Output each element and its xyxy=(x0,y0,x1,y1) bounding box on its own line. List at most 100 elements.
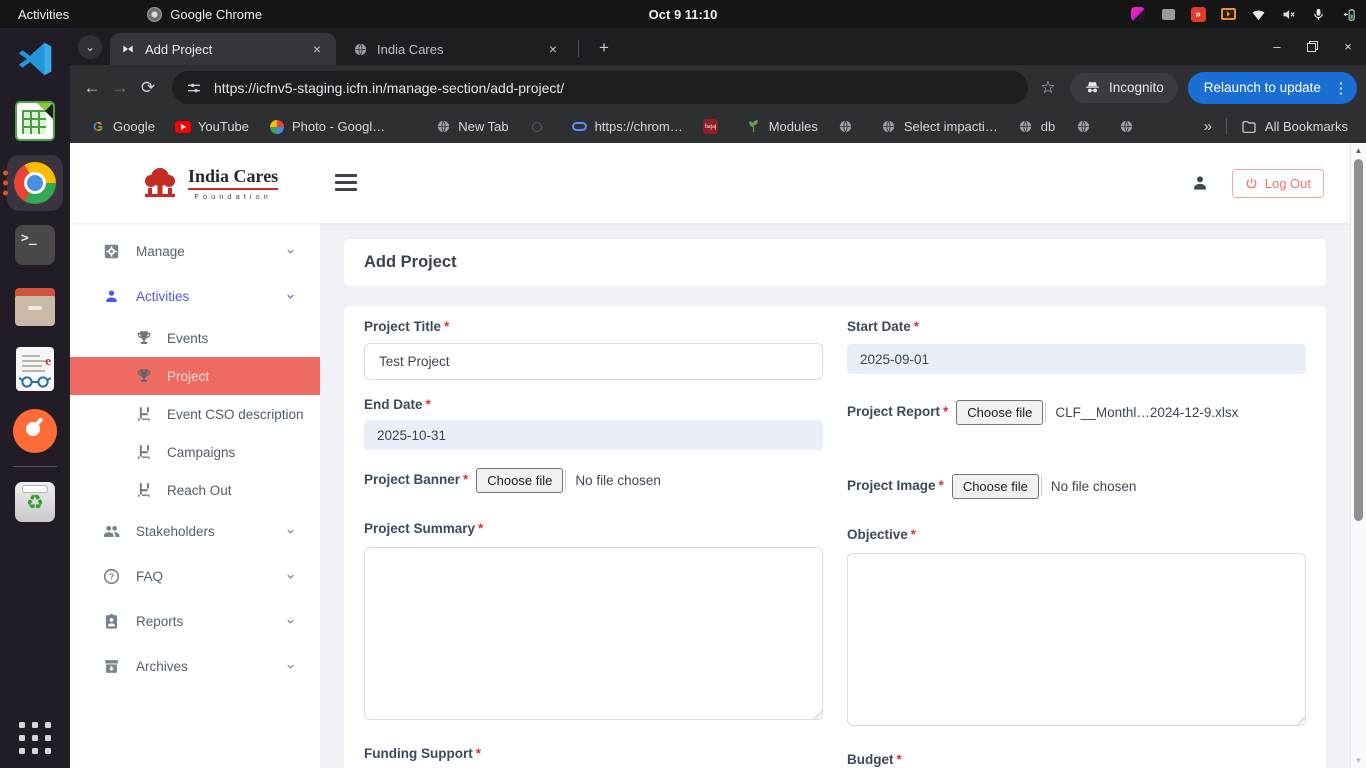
chevron-down-icon xyxy=(285,246,296,257)
close-window-button[interactable]: × xyxy=(1340,39,1356,54)
scrollbar-thumb[interactable] xyxy=(1354,159,1363,521)
notification-indicator-icon[interactable]: » xyxy=(1190,6,1206,22)
vscode-dock-icon[interactable] xyxy=(0,28,70,90)
battery-icon[interactable] xyxy=(1340,6,1356,22)
sidebar-toggle-button[interactable] xyxy=(335,174,357,191)
minimize-button[interactable]: – xyxy=(1269,39,1285,54)
project-report-label: Project Report* xyxy=(847,403,948,421)
bookmark-item[interactable]: https://chrom… xyxy=(572,119,683,135)
globe-icon xyxy=(838,119,854,135)
project-banner-field: Project Banner* Choose file No file chos… xyxy=(364,467,823,493)
relaunch-to-update-button[interactable]: Relaunch to update ⋮ xyxy=(1188,72,1357,104)
focused-app-menu[interactable]: Google Chrome xyxy=(147,7,262,22)
project-report-choose-file-button[interactable]: Choose file xyxy=(956,400,1043,425)
new-tab-button[interactable]: + xyxy=(592,36,616,60)
terminal-dock-icon[interactable]: >_ xyxy=(0,214,70,276)
libreoffice-calc-dock-icon[interactable] xyxy=(0,90,70,152)
chat-indicator-icon[interactable] xyxy=(1160,6,1176,22)
site-settings-icon[interactable] xyxy=(186,80,202,96)
browser-toolbar: ← → ⟳ https://icfnv5-staging.icfn.in/man… xyxy=(70,65,1366,110)
bookmark-item[interactable]: New Tab xyxy=(435,119,508,135)
project-summary-textarea[interactable] xyxy=(364,547,823,720)
end-date-input[interactable] xyxy=(364,420,823,450)
bookmark-item[interactable]: Photo - Googl… xyxy=(269,119,385,135)
all-bookmarks-button[interactable]: All Bookmarks xyxy=(1241,119,1348,135)
bookmark-item[interactable]: bajaj xyxy=(703,119,726,135)
sidebar-item-event-cso-description[interactable]: Event CSO description xyxy=(70,395,320,433)
objective-textarea[interactable] xyxy=(847,553,1306,726)
user-avatar-icon[interactable] xyxy=(1190,173,1210,193)
chrome-icon xyxy=(147,7,162,22)
page-title: Add Project xyxy=(364,253,1306,272)
sidebar-item-reach-out[interactable]: Reach Out xyxy=(70,471,320,509)
banyan-tree-logo-icon xyxy=(140,166,180,200)
tab-add-project[interactable]: Add Project × xyxy=(110,33,336,65)
scroll-down-arrow[interactable]: ▼ xyxy=(1351,756,1366,765)
bookmarks-overflow-button[interactable]: » xyxy=(1204,118,1212,135)
bookmark-item[interactable] xyxy=(838,119,861,135)
sidebar-item-reports[interactable]: Reports xyxy=(70,599,320,644)
microphone-icon[interactable] xyxy=(1310,6,1326,22)
bookmark-star-icon[interactable]: ☆ xyxy=(1036,78,1060,98)
url-text: https://icfnv5-staging.icfn.in/manage-se… xyxy=(214,80,564,96)
sidebar-item-project[interactable]: Project xyxy=(70,357,320,395)
sidebar-item-manage[interactable]: Manage xyxy=(70,229,320,274)
sidebar-item-faq[interactable]: ? FAQ xyxy=(70,554,320,599)
sidebar-item-events[interactable]: Events xyxy=(70,319,320,357)
tab-close-button[interactable]: × xyxy=(308,40,326,58)
forward-button[interactable]: → xyxy=(106,74,134,102)
brand-subtitle: Foundation xyxy=(188,192,278,201)
reload-button[interactable]: ⟳ xyxy=(134,74,162,102)
project-image-choose-file-button[interactable]: Choose file xyxy=(952,474,1039,499)
google-icon: G xyxy=(90,119,106,135)
tab-search-button[interactable]: ⌄ xyxy=(78,35,102,59)
sidebar-item-activities[interactable]: Activities xyxy=(70,274,320,319)
bookmark-item[interactable]: GGoogle xyxy=(90,119,155,135)
activities-button[interactable]: Activities xyxy=(18,7,69,22)
wifi-icon[interactable] xyxy=(1250,6,1266,22)
back-button[interactable]: ← xyxy=(78,74,106,102)
trash-dock-icon[interactable]: ♻ xyxy=(0,471,70,533)
scroll-up-arrow[interactable]: ▲ xyxy=(1351,146,1366,155)
logout-button[interactable]: Log Out xyxy=(1232,169,1324,198)
tab-close-button[interactable]: × xyxy=(544,40,562,58)
bookmark-item[interactable]: YouTube xyxy=(175,119,249,135)
browser-menu-icon[interactable]: ⋮ xyxy=(1333,79,1349,97)
restore-button[interactable] xyxy=(1307,41,1318,52)
bookmark-item[interactable] xyxy=(1118,119,1141,135)
funding-support-label: Funding Support* xyxy=(364,745,823,763)
project-image-label: Project Image* xyxy=(847,477,944,495)
document-viewer-dock-icon[interactable]: e xyxy=(0,338,70,400)
help-icon: ? xyxy=(102,567,121,586)
sidebar-item-archives[interactable]: Archives xyxy=(70,644,320,689)
bookmark-item[interactable]: Modules xyxy=(746,119,818,135)
incognito-badge: Incognito xyxy=(1070,73,1178,103)
page-scrollbar[interactable]: ▲ ▼ xyxy=(1350,143,1366,768)
project-report-field: Project Report* Choose file CLF__Monthl…… xyxy=(847,399,1306,425)
start-date-input[interactable] xyxy=(847,344,1306,374)
globe-icon xyxy=(352,41,368,57)
app-indicator-icon[interactable] xyxy=(1130,6,1146,22)
bajaj-favicon-icon: bajaj xyxy=(703,119,719,135)
volume-muted-icon[interactable] xyxy=(1280,6,1296,22)
show-applications-button[interactable] xyxy=(19,722,51,754)
project-title-input[interactable] xyxy=(364,343,823,380)
bookmark-item[interactable]: db xyxy=(1018,119,1055,135)
postman-dock-icon[interactable] xyxy=(0,400,70,462)
bookmark-item[interactable] xyxy=(1075,119,1098,135)
project-banner-choose-file-button[interactable]: Choose file xyxy=(476,468,563,493)
clock[interactable]: Oct 9 11:10 xyxy=(649,7,718,22)
seat-icon xyxy=(135,405,153,423)
chrome-dock-icon[interactable] xyxy=(0,152,70,214)
bookmark-item[interactable]: Select impacti… xyxy=(881,119,998,135)
tab-india-cares[interactable]: India Cares × xyxy=(342,33,572,65)
india-cares-logo[interactable]: India Cares Foundation xyxy=(140,166,278,201)
sidebar-item-campaigns[interactable]: Campaigns xyxy=(70,433,320,471)
address-bar[interactable]: https://icfnv5-staging.icfn.in/manage-se… xyxy=(172,71,1028,104)
files-dock-icon[interactable] xyxy=(0,276,70,338)
sidebar-item-stakeholders[interactable]: Stakeholders xyxy=(70,509,320,554)
bookmark-item[interactable] xyxy=(529,119,552,135)
chevron-down-icon xyxy=(285,616,296,627)
svg-text:?: ? xyxy=(109,572,114,582)
screenshare-icon[interactable] xyxy=(1220,6,1236,22)
